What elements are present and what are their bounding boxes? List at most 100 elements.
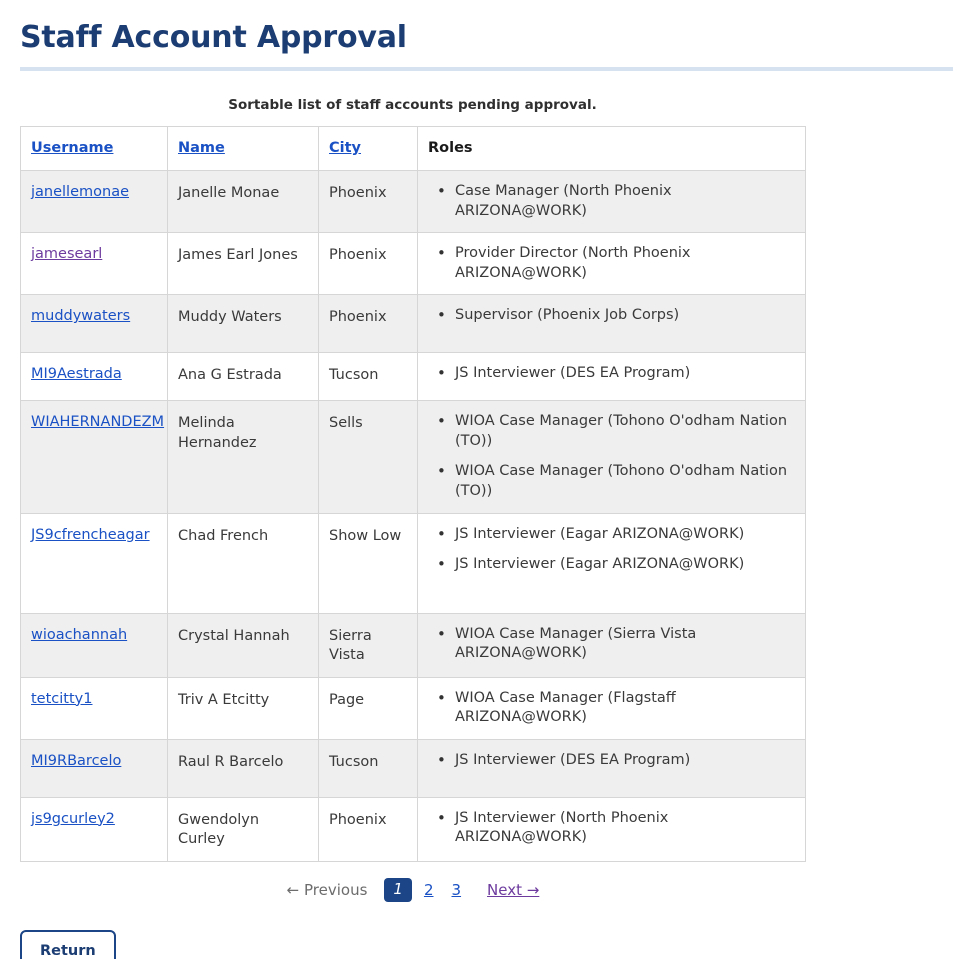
cell-name: Gwendolyn Curley xyxy=(167,796,319,862)
column-header-roles: Roles xyxy=(417,126,806,171)
cell-roles: WIOA Case Manager (Flagstaff ARIZONA@WOR… xyxy=(417,676,806,740)
cell-roles: JS Interviewer (Eagar ARIZONA@WORK) JS In… xyxy=(417,512,806,614)
cell-username: janellemonae xyxy=(20,169,168,234)
cell-roles: JS Interviewer (DES EA Program) xyxy=(417,738,806,798)
cell-city: Phoenix xyxy=(318,796,418,862)
cell-name: Raul R Barcelo xyxy=(167,738,319,798)
cell-city: Sells xyxy=(318,400,418,514)
role-item: WIOA Case Manager (Flagstaff ARIZONA@WOR… xyxy=(437,688,795,728)
pagination-page-3[interactable]: 3 xyxy=(452,881,462,899)
username-link[interactable]: jamesearl xyxy=(31,246,102,262)
actions-row: Return xyxy=(0,902,973,959)
cell-username: JS9cfrencheagar xyxy=(20,512,168,614)
table-header-row: Username Name City Roles xyxy=(20,126,806,171)
roles-list: JS Interviewer (North Phoenix ARIZONA@WO… xyxy=(428,808,795,848)
pagination-current-page: 1 xyxy=(384,877,412,902)
sort-link-username[interactable]: Username xyxy=(31,140,113,156)
role-item: JS Interviewer (Eagar ARIZONA@WORK) xyxy=(437,524,795,545)
column-header-city: City xyxy=(318,126,418,171)
roles-list: WIOA Case Manager (Flagstaff ARIZONA@WOR… xyxy=(428,688,795,728)
username-link[interactable]: janellemonae xyxy=(31,184,129,200)
cell-roles: WIOA Case Manager (Sierra Vista ARIZONA@… xyxy=(417,612,806,678)
table-row: MI9RBarcelo Raul R BarceloTucson JS Interv… xyxy=(20,738,806,798)
role-item: Case Manager (North Phoenix ARIZONA@WORK… xyxy=(437,181,795,221)
username-link[interactable]: js9gcurley2 xyxy=(31,811,115,827)
role-item: Supervisor (Phoenix Job Corps) xyxy=(437,305,795,326)
username-link[interactable]: muddywaters xyxy=(31,308,130,324)
table-row: jamesearl James Earl JonesPhoenix Provider… xyxy=(20,232,806,296)
table-header: Username Name City Roles xyxy=(20,126,806,171)
sort-link-name[interactable]: Name xyxy=(178,140,225,156)
cell-username: jamesearl xyxy=(20,232,168,296)
pagination-controls: ← Previous 1 2 3 Next → xyxy=(286,877,539,902)
role-item: WIOA Case Manager (Tohono O'odham Nation… xyxy=(437,411,795,451)
column-header-name: Name xyxy=(167,126,319,171)
pagination: ← Previous 1 2 3 Next → xyxy=(0,862,806,902)
username-link[interactable]: MI9Aestrada xyxy=(31,366,122,382)
staff-table-container: Sortable list of staff accounts pending … xyxy=(0,71,806,862)
cell-roles: JS Interviewer (North Phoenix ARIZONA@WO… xyxy=(417,796,806,862)
roles-list: Case Manager (North Phoenix ARIZONA@WORK… xyxy=(428,181,795,221)
roles-list: JS Interviewer (Eagar ARIZONA@WORK) JS In… xyxy=(428,524,795,575)
page-title: Staff Account Approval xyxy=(20,20,407,55)
username-link[interactable]: JS9cfrencheagar xyxy=(31,527,150,543)
table-body: janellemonaeJanelle MonaePhoenixCase Man… xyxy=(20,169,806,862)
cell-city: Page xyxy=(318,676,418,740)
cell-username: wioachannah xyxy=(20,612,168,678)
role-item: JS Interviewer (North Phoenix ARIZONA@WO… xyxy=(437,808,795,848)
username-link[interactable]: tetcitty1 xyxy=(31,691,92,707)
cell-roles: Supervisor (Phoenix Job Corps) xyxy=(417,294,806,354)
cell-city: Tucson xyxy=(318,352,418,402)
roles-list: JS Interviewer (DES EA Program) xyxy=(428,750,795,771)
username-link[interactable]: WIAHERNANDEZM xyxy=(31,414,164,430)
cell-username: WIAHERNANDEZM xyxy=(20,400,168,514)
cell-name: Muddy Waters xyxy=(167,294,319,354)
table-row: js9gcurley2 Gwendolyn CurleyPhoenix JS Int… xyxy=(20,796,806,862)
cell-username: tetcitty1 xyxy=(20,676,168,740)
pagination-next[interactable]: Next → xyxy=(487,881,539,899)
cell-username: MI9RBarcelo xyxy=(20,738,168,798)
table-row: MI9Aestrada Ana G EstradaTucson JS Intervi… xyxy=(20,352,806,402)
cell-roles: Provider Director (North Phoenix ARIZONA… xyxy=(417,232,806,296)
column-header-username: Username xyxy=(20,126,168,171)
cell-name: Triv A Etcitty xyxy=(167,676,319,740)
table-row: janellemonae Janelle MonaePhoenix Case Man… xyxy=(20,169,806,234)
cell-city: Sierra Vista xyxy=(318,612,418,678)
cell-name: Ana G Estrada xyxy=(167,352,319,402)
cell-city: Phoenix xyxy=(318,294,418,354)
pagination-page-2[interactable]: 2 xyxy=(424,881,434,899)
cell-name: Janelle Monae xyxy=(167,169,319,234)
table-row: wioachannah Crystal HannahSierra Vista WIO… xyxy=(20,612,806,678)
staff-account-approval-page: Staff Account Approval Sortable list of … xyxy=(0,0,973,959)
role-item: JS Interviewer (Eagar ARIZONA@WORK) xyxy=(437,554,795,575)
cell-roles: JS Interviewer (DES EA Program) xyxy=(417,352,806,402)
table-row: muddywaters Muddy WatersPhoenix Supervisor… xyxy=(20,294,806,354)
roles-list: WIOA Case Manager (Tohono O'odham Nation… xyxy=(428,411,795,501)
cell-name: Chad French xyxy=(167,512,319,614)
staff-accounts-table: Sortable list of staff accounts pending … xyxy=(20,97,806,862)
cell-name: Crystal Hannah xyxy=(167,612,319,678)
cell-name: James Earl Jones xyxy=(167,232,319,296)
cell-city: Show Low xyxy=(318,512,418,614)
cell-roles: WIOA Case Manager (Tohono O'odham Nation… xyxy=(417,400,806,514)
cell-roles: Case Manager (North Phoenix ARIZONA@WORK… xyxy=(417,169,806,234)
cell-city: Phoenix xyxy=(318,169,418,234)
cell-username: muddywaters xyxy=(20,294,168,354)
role-item: WIOA Case Manager (Tohono O'odham Nation… xyxy=(437,461,795,501)
roles-list: JS Interviewer (DES EA Program) xyxy=(428,363,795,384)
role-item: JS Interviewer (DES EA Program) xyxy=(437,363,795,384)
table-row: WIAHERNANDEZMMelinda HernandezSells WIOA … xyxy=(20,400,806,514)
username-link[interactable]: MI9RBarcelo xyxy=(31,753,121,769)
cell-username: MI9Aestrada xyxy=(20,352,168,402)
table-caption: Sortable list of staff accounts pending … xyxy=(228,97,597,113)
role-item: WIOA Case Manager (Sierra Vista ARIZONA@… xyxy=(437,623,795,664)
return-button[interactable]: Return xyxy=(20,929,116,959)
roles-list: WIOA Case Manager (Sierra Vista ARIZONA@… xyxy=(428,623,795,664)
cell-city: Tucson xyxy=(318,738,418,798)
table-row: tetcitty1 Triv A EtcittyPage WIOA Case Man… xyxy=(20,676,806,740)
sort-link-city[interactable]: City xyxy=(329,140,361,156)
table-row: JS9cfrencheagarChad FrenchShow LowJS Int… xyxy=(20,512,806,614)
cell-city: Phoenix xyxy=(318,232,418,296)
username-link[interactable]: wioachannah xyxy=(31,627,127,643)
pagination-previous: ← Previous xyxy=(286,880,368,899)
